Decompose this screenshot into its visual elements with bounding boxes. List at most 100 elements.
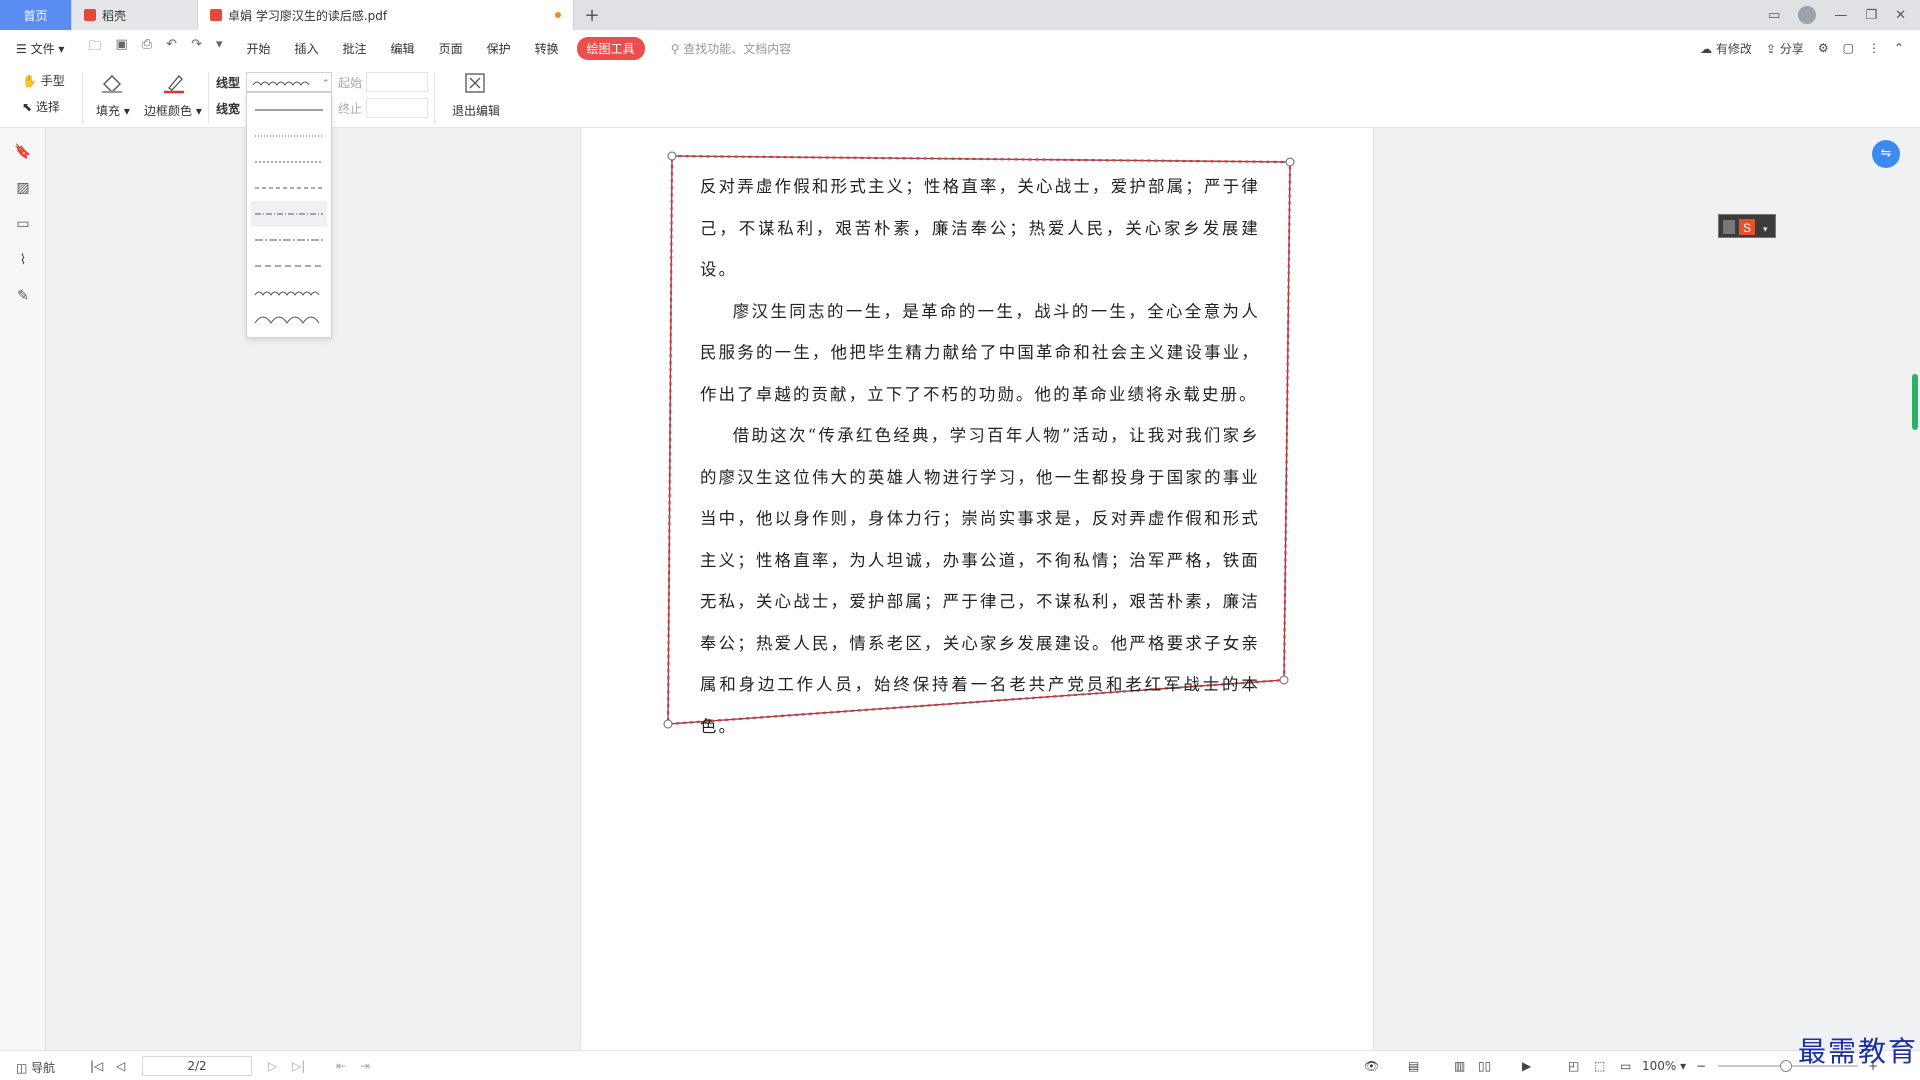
vertical-scrollbar[interactable] bbox=[1910, 128, 1920, 1050]
end-arrow-select[interactable] bbox=[366, 98, 428, 118]
nav-button[interactable]: ◫ 导航 bbox=[16, 1059, 55, 1076]
line-option-long-dash[interactable] bbox=[251, 253, 327, 279]
tab-drawing-tools[interactable]: 绘图工具 bbox=[576, 36, 645, 60]
layout-icon[interactable]: ▭ bbox=[1768, 8, 1780, 23]
tab-home[interactable]: 首页 bbox=[0, 0, 72, 30]
back-icon[interactable]: ⇤ bbox=[336, 1059, 346, 1073]
line-option-small-scallop[interactable] bbox=[251, 279, 327, 305]
line-option-large-scallop[interactable] bbox=[251, 305, 327, 331]
line-option-dash[interactable] bbox=[251, 175, 327, 201]
line-type-label: 线型 bbox=[216, 76, 241, 90]
status-bar: ◫ 导航 |◁ ◁ 2/2 ▷ ▷| ⇤ ⇥ 👁 ▤ ▥ ▯▯ ▶ ◰ ⬚ ▭ … bbox=[0, 1050, 1920, 1080]
tab-document[interactable]: 卓娟 学习廖汉生的读后感.pdf bbox=[198, 0, 574, 30]
ime-toolbar[interactable]: S ▾ bbox=[1718, 214, 1776, 238]
line-option-dot[interactable] bbox=[251, 123, 327, 149]
last-page-icon[interactable]: ▷| bbox=[292, 1059, 305, 1073]
select-tool[interactable]: ⬉ 选择 bbox=[22, 98, 60, 115]
redo-icon[interactable]: ↷ bbox=[191, 37, 202, 59]
exit-edit-button[interactable] bbox=[464, 72, 486, 97]
line-type-select[interactable]: ⌃ bbox=[246, 72, 332, 92]
svg-text:▾: ▾ bbox=[1763, 224, 1768, 234]
continuous-page-icon[interactable]: ▥ bbox=[1454, 1059, 1465, 1073]
fit-page-icon[interactable]: ⬚ bbox=[1594, 1059, 1605, 1073]
undo-icon[interactable]: ↶ bbox=[166, 37, 177, 59]
fill-button[interactable] bbox=[96, 72, 128, 97]
comment-icon[interactable]: ▭ bbox=[14, 216, 32, 234]
collapse-ribbon-icon[interactable]: ⌃ bbox=[1894, 41, 1904, 55]
avatar[interactable] bbox=[1798, 6, 1817, 24]
tab-convert[interactable]: 转换 bbox=[523, 40, 571, 57]
minimize-icon[interactable]: — bbox=[1834, 8, 1847, 23]
modified-label: 有修改 bbox=[1715, 41, 1752, 56]
tab-protect[interactable]: 保护 bbox=[475, 40, 523, 57]
search-box[interactable]: ⚲ 查找功能、文档内容 bbox=[671, 40, 792, 57]
file-menu[interactable]: ☰ 文件 ▾ bbox=[0, 40, 76, 57]
handle-bottom-right[interactable] bbox=[1279, 675, 1289, 685]
handle-bottom-left[interactable] bbox=[663, 719, 673, 729]
single-page-icon[interactable]: ▤ bbox=[1408, 1059, 1419, 1073]
share-button[interactable]: ⇪ 分享 bbox=[1766, 40, 1804, 57]
tab-insert[interactable]: 插入 bbox=[283, 40, 331, 57]
eye-icon[interactable]: 👁 bbox=[1364, 1059, 1379, 1073]
watermark: 最需教育 bbox=[1798, 1035, 1919, 1068]
border-color-button[interactable] bbox=[158, 72, 190, 97]
line-option-dash-short[interactable] bbox=[251, 149, 327, 175]
next-page-icon[interactable]: ▷ bbox=[268, 1059, 277, 1073]
file-label: 文件 bbox=[30, 41, 55, 56]
search-icon: ⚲ bbox=[670, 41, 684, 56]
border-color-label-wrap[interactable]: 边框颜色 ▾ bbox=[144, 102, 202, 119]
tab-wps[interactable]: 稻壳 bbox=[72, 0, 198, 30]
first-page-icon[interactable]: |◁ bbox=[90, 1059, 103, 1073]
sign-icon[interactable]: ✎ bbox=[14, 288, 32, 306]
message-icon[interactable]: ▢ bbox=[1843, 41, 1854, 55]
line-option-long-dash-dot[interactable] bbox=[251, 227, 327, 253]
thumbnail-icon[interactable]: ▨ bbox=[14, 180, 32, 198]
tab-page[interactable]: 页面 bbox=[427, 40, 475, 57]
search-placeholder: 查找功能、文档内容 bbox=[683, 41, 792, 56]
print-icon[interactable]: ⎙ bbox=[142, 37, 152, 59]
paragraph-2: 廖汉生同志的一生，是革命的一生，战斗的一生，全心全意为人民服务的一生，他把毕生精… bbox=[700, 301, 1260, 404]
line-type-preview: ⌃ bbox=[252, 79, 330, 89]
zoom-slider-thumb[interactable] bbox=[1780, 1060, 1792, 1072]
unsaved-dot bbox=[555, 12, 561, 18]
floating-assistant-button[interactable]: ⇋ bbox=[1872, 140, 1900, 168]
line-option-solid[interactable] bbox=[251, 97, 327, 123]
scrollbar-thumb[interactable] bbox=[1912, 374, 1918, 430]
exit-icon bbox=[465, 73, 485, 93]
exit-edit-label: 退出编辑 bbox=[452, 104, 501, 118]
close-icon[interactable]: ✕ bbox=[1895, 8, 1906, 23]
line-type-dropdown bbox=[246, 92, 332, 338]
handle-top-left[interactable] bbox=[667, 151, 677, 161]
forward-icon[interactable]: ⇥ bbox=[360, 1059, 370, 1073]
start-arrow-select[interactable] bbox=[366, 72, 428, 92]
restore-icon[interactable]: ❐ bbox=[1865, 8, 1877, 23]
dual-page-icon[interactable]: ▯▯ bbox=[1478, 1059, 1491, 1073]
tab-edit[interactable]: 编辑 bbox=[379, 40, 427, 57]
paragraph-3: 借助这次“传承红色经典，学习百年人物”活动，让我对我们家乡的廖汉生这位伟大的英雄… bbox=[700, 426, 1260, 736]
zoom-out-icon[interactable]: − bbox=[1696, 1059, 1706, 1073]
fill-label-wrap[interactable]: 填充 ▾ bbox=[96, 102, 130, 119]
bookmark-icon[interactable]: 🔖 bbox=[14, 144, 32, 162]
save-icon[interactable]: ▣ bbox=[115, 37, 127, 59]
modified-button[interactable]: ☁ 有修改 bbox=[1700, 40, 1752, 57]
fit-width-icon[interactable]: ▭ bbox=[1620, 1059, 1631, 1073]
prev-page-icon[interactable]: ◁ bbox=[116, 1059, 125, 1073]
more-icon[interactable]: ▾ bbox=[216, 37, 223, 59]
play-icon[interactable]: ▶ bbox=[1522, 1059, 1531, 1073]
settings-icon[interactable]: ⚙ bbox=[1818, 41, 1829, 55]
tab-annotate[interactable]: 批注 bbox=[331, 40, 379, 57]
tab-wps-label: 稻壳 bbox=[102, 8, 127, 23]
hand-tool[interactable]: ✋ 手型 bbox=[22, 72, 65, 89]
more-options-icon[interactable]: ⋮ bbox=[1868, 41, 1880, 55]
line-option-dash-dot[interactable] bbox=[251, 201, 327, 227]
page-input[interactable]: 2/2 bbox=[142, 1056, 252, 1076]
actual-size-icon[interactable]: ◰ bbox=[1568, 1059, 1579, 1073]
folder-icon[interactable]: 🗀 bbox=[88, 37, 101, 59]
new-tab-button[interactable]: + bbox=[574, 0, 610, 30]
tab-start[interactable]: 开始 bbox=[235, 40, 283, 57]
share-icon: ⇪ bbox=[1765, 41, 1780, 56]
zoom-select[interactable]: 100% ▾ bbox=[1642, 1059, 1686, 1073]
handle-top-right[interactable] bbox=[1285, 157, 1295, 167]
document-text: 反对弄虚作假和形式主义；性格直率，关心战士，爱护部属；严于律己，不谋私利，艰苦朴… bbox=[700, 166, 1260, 747]
attachment-icon[interactable]: ⌇ bbox=[14, 252, 32, 270]
